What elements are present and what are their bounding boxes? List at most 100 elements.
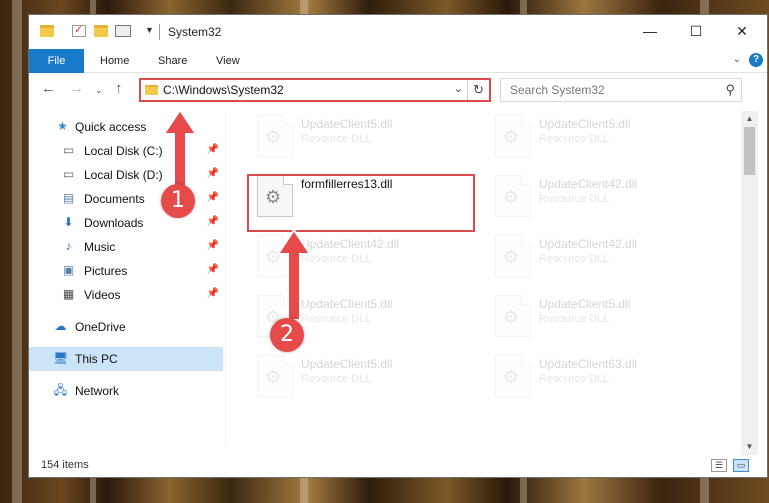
file-item[interactable]: ⚙ UpdateClient5.dll Resource DLL — [249, 111, 469, 165]
scroll-down-icon[interactable]: ▼ — [741, 439, 758, 455]
dll-file-icon: ⚙ — [495, 115, 531, 157]
address-bar[interactable]: C:\Windows\System32 ⌄ ↻ — [139, 78, 491, 102]
chevron-down-icon[interactable]: ⌄ — [454, 82, 463, 95]
gear-icon: ⚙ — [503, 127, 520, 147]
file-item[interactable]: ⚙ UpdateClient42.dll Resource DLL — [487, 231, 707, 285]
minimize-button[interactable]: — — [627, 15, 673, 47]
navigation-bar: ← → ⌄ ↑ C:\Windows\System32 ⌄ ↻ Search S… — [29, 75, 767, 105]
gear-icon: ⚙ — [265, 367, 282, 387]
tab-share[interactable]: Share — [158, 49, 187, 73]
dll-file-icon: ⚙ — [257, 355, 293, 397]
chevron-down-icon[interactable]: ⌄ — [733, 54, 741, 65]
file-name: UpdateClient42.dll — [539, 177, 638, 191]
search-icon[interactable]: ⚲ — [725, 82, 735, 98]
title-separator — [159, 24, 160, 40]
sidebar-item-label: Local Disk (D:) — [84, 168, 163, 182]
sidebar-item-onedrive[interactable]: ☁ OneDrive — [29, 315, 223, 339]
tab-file[interactable]: File — [29, 49, 84, 73]
pin-icon[interactable]: 📌 — [207, 288, 219, 299]
file-name: UpdateClient5.dll — [301, 357, 393, 371]
sidebar-item-this-pc[interactable]: 🖥 This PC — [29, 347, 223, 371]
drive-icon: ▭ — [62, 167, 75, 181]
gear-icon: ⚙ — [503, 187, 520, 207]
status-bar: 154 items ☰ ▭ — [29, 455, 767, 477]
sidebar-item-videos[interactable]: ▦ Videos 📌 — [29, 283, 223, 307]
close-button[interactable]: ✕ — [719, 15, 765, 47]
file-name: UpdateClient42.dll — [301, 237, 400, 251]
sidebar-item-music[interactable]: ♪ Music 📌 — [29, 235, 223, 259]
pin-icon[interactable]: 📌 — [207, 240, 219, 251]
dll-file-icon: ⚙ — [495, 235, 531, 277]
file-name: UpdateClient5.dll — [539, 297, 631, 311]
step-1-badge: 1 — [161, 184, 195, 218]
file-name: UpdateClient5.dll — [301, 297, 393, 311]
ribbon-tabs: File Home Share View ⌄ ? — [29, 49, 767, 73]
computer-icon: 🖥 — [53, 351, 69, 365]
help-icon[interactable]: ? — [749, 53, 763, 67]
gear-icon: ⚙ — [503, 367, 520, 387]
scroll-up-icon[interactable]: ▲ — [741, 111, 758, 127]
pane-divider[interactable] — [225, 111, 226, 447]
documents-icon: ▤ — [62, 191, 75, 205]
file-type: Resource DLL — [539, 373, 610, 385]
sidebar-item-label: Quick access — [75, 120, 147, 134]
search-input[interactable]: Search System32 ⚲ — [500, 78, 742, 102]
details-view-icon[interactable]: ☰ — [711, 459, 727, 472]
tab-view[interactable]: View — [216, 49, 240, 73]
dll-file-icon: ⚙ — [257, 115, 293, 157]
file-item[interactable]: ⚙ UpdateClient63.dll Resource DLL — [487, 351, 707, 405]
sidebar-item-label: OneDrive — [75, 320, 126, 334]
sidebar-item-network[interactable]: 🖧 Network — [29, 379, 223, 403]
file-item[interactable]: ⚙ UpdateClient42.dll Resource DLL — [487, 171, 707, 225]
recent-locations-icon[interactable]: ⌄ — [95, 85, 103, 96]
file-type: Resource DLL — [539, 313, 610, 325]
file-item[interactable]: ⚙ UpdateClient5.dll Resource DLL — [249, 351, 469, 405]
scrollbar-thumb[interactable] — [744, 127, 755, 175]
pin-icon[interactable]: 📌 — [207, 216, 219, 227]
cloud-icon: ☁ — [54, 319, 67, 333]
large-icons-view-icon[interactable]: ▭ — [733, 459, 749, 472]
file-name: UpdateClient5.dll — [301, 117, 393, 131]
file-type: Resource DLL — [301, 373, 372, 385]
forward-arrow-icon[interactable]: → — [69, 80, 84, 97]
address-path[interactable]: C:\Windows\System32 — [163, 83, 284, 97]
item-count: 154 items — [41, 459, 89, 471]
new-folder-icon[interactable] — [94, 25, 108, 37]
refresh-icon[interactable]: ↻ — [467, 80, 489, 100]
sidebar-item-label: Downloads — [84, 216, 144, 230]
title-bar: ▼ System32 — ☐ ✕ — [29, 15, 767, 49]
star-icon: ★ — [57, 119, 68, 133]
file-name: UpdateClient5.dll — [539, 117, 631, 131]
back-arrow-icon[interactable]: ← — [41, 80, 56, 97]
file-highlight-box — [247, 174, 475, 232]
pictures-icon: ▣ — [62, 263, 75, 277]
gear-icon: ⚙ — [503, 247, 520, 267]
pin-icon[interactable]: 📌 — [207, 192, 219, 203]
music-icon: ♪ — [65, 239, 72, 253]
sidebar-item-label: This PC — [75, 352, 118, 366]
tab-home[interactable]: Home — [100, 49, 129, 73]
quick-access-dropdown-icon[interactable]: ▼ — [145, 25, 154, 35]
pin-icon[interactable]: 📌 — [207, 264, 219, 275]
properties-check-icon[interactable] — [72, 23, 86, 37]
download-icon: ⬇ — [63, 215, 74, 229]
sidebar-item-label: Network — [75, 384, 120, 398]
pin-icon[interactable]: 📌 — [207, 144, 219, 155]
sidebar-item-pictures[interactable]: ▣ Pictures 📌 — [29, 259, 223, 283]
file-item[interactable]: ⚙ UpdateClient5.dll Resource DLL — [487, 291, 707, 345]
file-type: Resource DLL — [539, 253, 610, 265]
drive-icon: ▭ — [62, 143, 75, 157]
file-type: Resource DLL — [539, 193, 610, 205]
up-arrow-icon[interactable]: ↑ — [115, 80, 123, 97]
gear-icon: ⚙ — [503, 307, 520, 327]
vertical-scrollbar[interactable]: ▲ ▼ — [741, 111, 758, 455]
pin-icon[interactable]: 📌 — [207, 168, 219, 179]
file-item[interactable]: ⚙ UpdateClient5.dll Resource DLL — [487, 111, 707, 165]
folder-icon — [145, 85, 158, 95]
maximize-button[interactable]: ☐ — [673, 15, 719, 47]
sidebar-item-downloads[interactable]: ⬇ Downloads 📌 — [29, 211, 223, 235]
explorer-window: ▼ System32 — ☐ ✕ File Home Share View ⌄ … — [28, 14, 768, 478]
folder-icon — [40, 25, 54, 37]
customize-icon[interactable] — [115, 25, 131, 37]
file-name: UpdateClient63.dll — [539, 357, 638, 371]
